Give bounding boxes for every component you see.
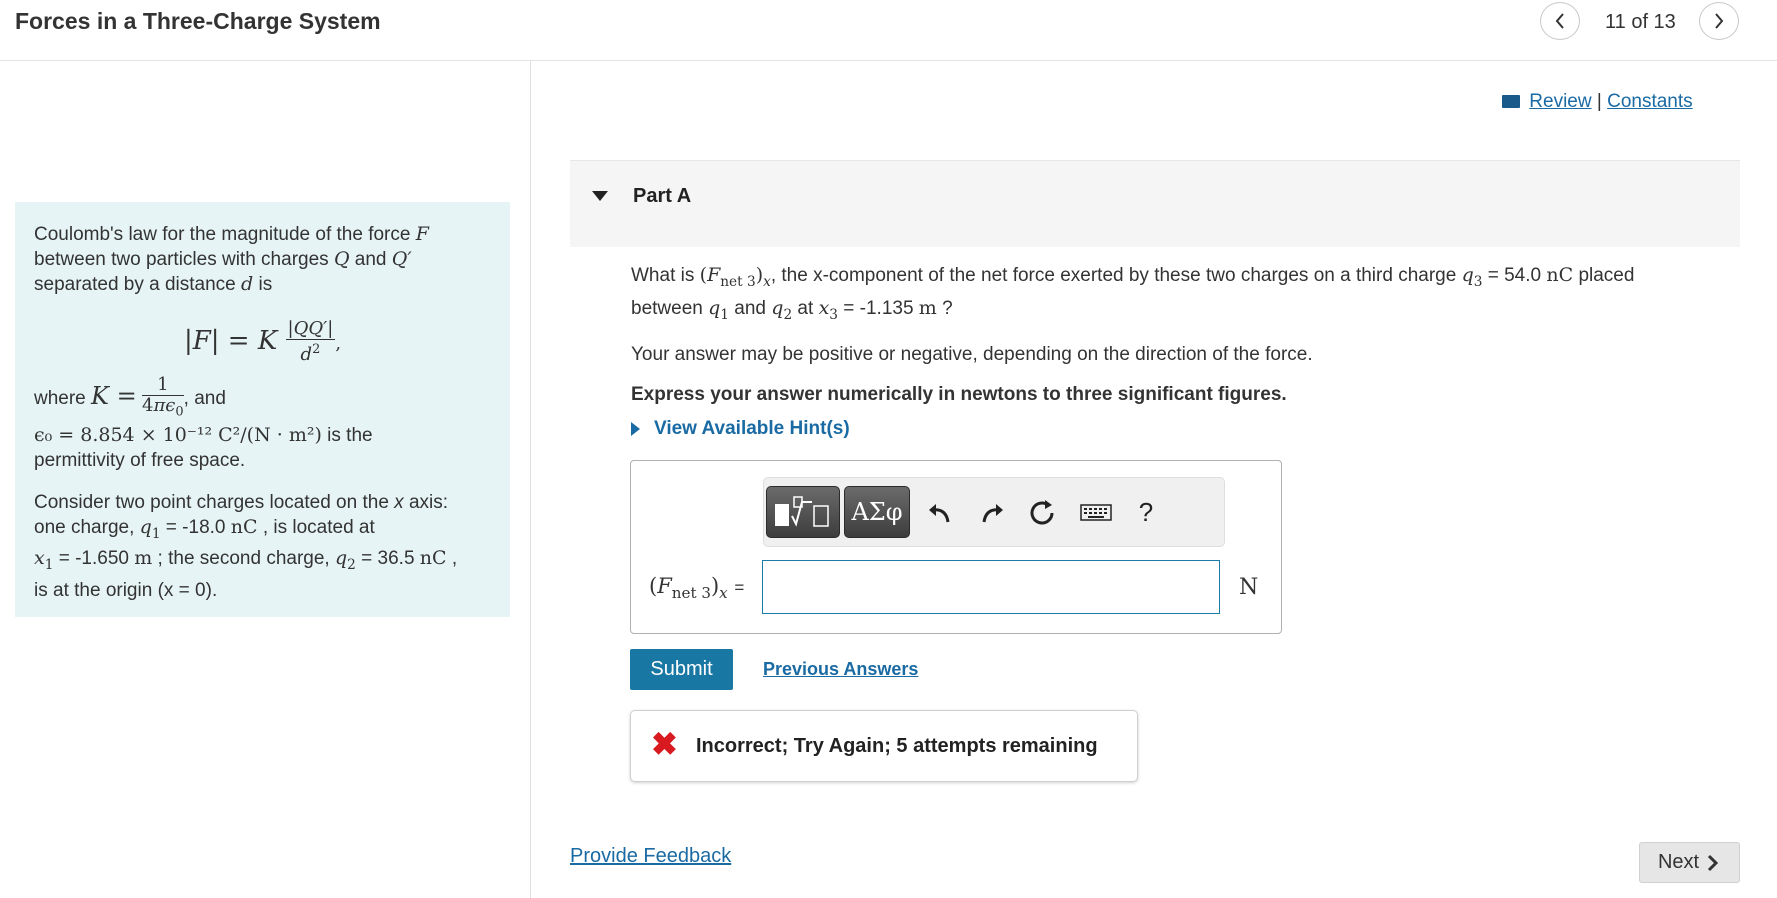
top-bar: Forces in a Three-Charge System 11 of 13: [0, 0, 1777, 61]
redo-icon: [982, 504, 1003, 523]
book-icon: [1502, 95, 1520, 109]
view-hints-link[interactable]: View Available Hint(s): [631, 418, 850, 440]
help-button[interactable]: ?: [1128, 494, 1164, 530]
feedback-text: Incorrect; Try Again; 5 attempts remaini…: [696, 735, 1098, 757]
templates-button[interactable]: [766, 486, 840, 538]
part-label: Part A: [633, 185, 692, 207]
reset-icon: [1030, 500, 1054, 525]
coulomb-formula: |F| = K |QQ′| d2,: [183, 318, 342, 365]
submit-button[interactable]: Submit: [630, 649, 733, 690]
undo-button[interactable]: [922, 494, 958, 530]
constants-link[interactable]: Constants: [1607, 91, 1693, 112]
part-a-header[interactable]: Part A: [570, 160, 1740, 247]
links-separator: |: [1596, 91, 1602, 112]
provide-feedback-link[interactable]: Provide Feedback: [570, 845, 731, 868]
chevron-right-icon: [1715, 13, 1724, 29]
answer-box: ΑΣφ ? (Fnet 3)x = N: [630, 460, 1282, 634]
item-pager: 11 of 13: [1605, 11, 1676, 33]
question-line-2: Your answer may be positive or negative,…: [631, 343, 1313, 365]
caret-right-icon: [631, 421, 640, 436]
review-constants-links: Review | Constants: [1502, 91, 1693, 113]
k-definition-text: where K = 1 4πϵ0, and ϵ₀ = 8.854 × 10⁻¹² …: [34, 374, 373, 471]
templates-icon: [775, 496, 829, 527]
undo-icon: [929, 504, 950, 523]
next-button[interactable]: Next: [1639, 842, 1740, 883]
panel-divider: [530, 60, 531, 898]
keyboard-icon: [1080, 504, 1112, 521]
question-text: What is (Fnet 3)x, the x-component of th…: [631, 262, 1711, 422]
answer-label: (Fnet 3)x =: [649, 574, 745, 603]
greek-symbols-button[interactable]: ΑΣφ: [844, 486, 910, 538]
answer-input[interactable]: [762, 560, 1220, 614]
chevron-left-icon: [1555, 13, 1564, 29]
caret-down-icon: [592, 191, 608, 201]
incorrect-x-icon: ✖: [651, 726, 678, 762]
charges-setup-text: Consider two point charges located on th…: [34, 491, 458, 602]
page-title: Forces in a Three-Charge System: [15, 8, 381, 34]
intro-panel: Coulomb's law for the magnitude of the f…: [15, 202, 510, 617]
reset-button[interactable]: [1024, 494, 1060, 530]
next-label: Next: [1657, 851, 1700, 873]
answer-instructions: Express your answer numerically in newto…: [631, 383, 1287, 405]
answer-unit: N: [1239, 575, 1259, 600]
feedback-message: ✖ Incorrect; Try Again; 5 attempts remai…: [630, 710, 1138, 782]
keyboard-button[interactable]: [1078, 494, 1114, 530]
redo-button[interactable]: [974, 494, 1010, 530]
review-link[interactable]: Review: [1529, 91, 1591, 112]
previous-item-button[interactable]: [1540, 2, 1580, 40]
chevron-right-icon: [1708, 854, 1719, 871]
coulomb-intro-text: Coulomb's law for the magnitude of the f…: [34, 223, 429, 295]
math-toolbar: ΑΣφ ?: [763, 477, 1225, 547]
previous-answers-link[interactable]: Previous Answers: [763, 659, 918, 680]
question-line-1: What is (Fnet 3)x, the x-component of th…: [631, 264, 1635, 323]
next-item-button[interactable]: [1699, 2, 1739, 40]
